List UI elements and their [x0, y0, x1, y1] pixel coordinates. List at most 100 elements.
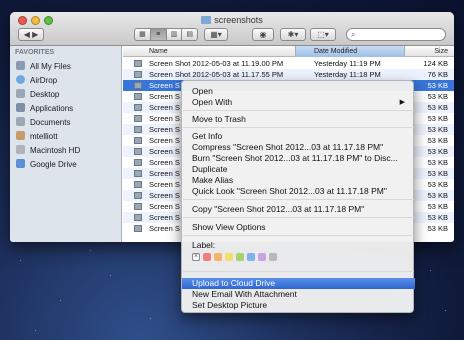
- column-name-header[interactable]: Name: [149, 46, 168, 57]
- label-gray[interactable]: [269, 253, 277, 261]
- file-name: Screen S: [149, 169, 180, 178]
- file-size: 53 KB: [427, 158, 448, 167]
- column-date-header[interactable]: Date Modified: [295, 46, 405, 57]
- menu-item-move-to-trash[interactable]: Move to Trash: [182, 114, 415, 125]
- image-file-icon: [134, 203, 142, 210]
- sidebar-header: FAVORITES: [15, 49, 55, 56]
- menu-item-duplicate[interactable]: Duplicate: [182, 164, 415, 175]
- table-row[interactable]: Screen Shot 2012-05-03 at 11.19.00 PM Yes…: [123, 58, 454, 69]
- label-yellow[interactable]: [225, 253, 233, 261]
- sidebar-item-documents[interactable]: Documents: [16, 116, 120, 129]
- menu-item-compress[interactable]: Compress "Screen Shot 2012...03 at 11.17…: [182, 142, 415, 153]
- image-file-icon: [134, 148, 142, 155]
- file-size: 53 KB: [427, 213, 448, 222]
- image-file-icon: [134, 192, 142, 199]
- file-size: 124 KB: [423, 59, 448, 68]
- sidebar: FAVORITES All My Files AirDrop Desktop A…: [10, 46, 122, 242]
- icon-view-button[interactable]: ▦: [135, 29, 151, 40]
- file-size: 53 KB: [427, 180, 448, 189]
- menu-item-label: Open With: [192, 97, 233, 107]
- file-size: 53 KB: [427, 147, 448, 156]
- file-size: 53 KB: [427, 125, 448, 134]
- list-header: Name Date Modified Size: [123, 46, 454, 57]
- menu-item-new-email[interactable]: New Email With Attachment: [182, 289, 415, 300]
- menu-item-open-with[interactable]: Open With ▶: [182, 97, 415, 108]
- back-forward-button[interactable]: ◀ ▶: [18, 28, 44, 41]
- label-red[interactable]: [203, 253, 211, 261]
- menu-item-quick-look[interactable]: Quick Look "Screen Shot 2012...03 at 11.…: [182, 186, 415, 197]
- menu-separator: [183, 271, 414, 272]
- label-green[interactable]: [236, 253, 244, 261]
- star: [150, 318, 151, 319]
- menu-item-set-desktop-picture[interactable]: Set Desktop Picture: [182, 300, 415, 311]
- image-file-icon: [134, 104, 142, 111]
- list-view-button[interactable]: ≡: [150, 29, 167, 40]
- sidebar-item-airdrop[interactable]: AirDrop: [16, 74, 120, 87]
- window-title-text: screenshots: [214, 15, 263, 25]
- arrange-button[interactable]: ▦▾: [204, 28, 228, 41]
- image-file-icon: [134, 137, 142, 144]
- search-icon: ⌕: [351, 30, 356, 39]
- column-view-button[interactable]: ▥: [167, 29, 183, 40]
- image-file-icon: [134, 225, 142, 232]
- action-gear-button[interactable]: ✱▾: [280, 28, 306, 41]
- dropbox-share-button[interactable]: ⬚▾: [310, 28, 336, 41]
- file-size: 53 KB: [427, 92, 448, 101]
- menu-separator: [183, 199, 414, 200]
- menu-item-get-info[interactable]: Get Info: [182, 131, 415, 142]
- star: [430, 270, 431, 271]
- file-date: Yesterday 11:18 PM: [314, 70, 381, 79]
- menu-item-copy[interactable]: Copy "Screen Shot 2012...03 at 11.17.18 …: [182, 204, 415, 215]
- image-file-icon: [134, 82, 142, 89]
- menu-item-make-alias[interactable]: Make Alias: [182, 175, 415, 186]
- file-name: Screen S: [149, 92, 180, 101]
- search-input[interactable]: ⌕: [346, 28, 446, 41]
- menu-item-show-view-options[interactable]: Show View Options: [182, 222, 415, 233]
- sidebar-item-all-my-files[interactable]: All My Files: [16, 60, 120, 73]
- column-size-header[interactable]: Size: [434, 46, 448, 57]
- quick-look-button[interactable]: ◉: [252, 28, 274, 41]
- menu-item-upload-to-cloud-drive[interactable]: Upload to Cloud Drive: [182, 278, 415, 289]
- sidebar-item-google-drive[interactable]: Google Drive: [16, 158, 120, 171]
- image-file-icon: [134, 214, 142, 221]
- label-color-picker: ×: [192, 253, 277, 262]
- file-name: Screen S: [149, 202, 180, 211]
- image-file-icon: [134, 170, 142, 177]
- sidebar-item-home[interactable]: mtelliott: [16, 130, 120, 143]
- file-size: 53 KB: [427, 136, 448, 145]
- image-file-icon: [134, 93, 142, 100]
- image-file-icon: [134, 115, 142, 122]
- menu-label-header: Label:: [192, 240, 216, 250]
- file-name: Screen S: [149, 224, 180, 233]
- file-size: 53 KB: [427, 114, 448, 123]
- sidebar-item-macintosh-hd[interactable]: Macintosh HD: [16, 144, 120, 157]
- file-name: Screen S: [149, 147, 180, 156]
- menu-separator: [183, 235, 414, 236]
- menu-item-burn[interactable]: Burn "Screen Shot 2012...03 at 11.17.18 …: [182, 153, 415, 164]
- sidebar-item-desktop[interactable]: Desktop: [16, 88, 120, 101]
- applications-icon: [16, 103, 25, 112]
- label-orange[interactable]: [214, 253, 222, 261]
- sidebar-item-label: Google Drive: [30, 160, 77, 169]
- home-icon: [16, 131, 25, 140]
- sidebar-item-label: AirDrop: [30, 76, 58, 85]
- coverflow-view-button[interactable]: ▤: [182, 29, 197, 40]
- sidebar-item-applications[interactable]: Applications: [16, 102, 120, 115]
- star: [60, 300, 61, 301]
- label-blue[interactable]: [247, 253, 255, 261]
- submenu-arrow-icon: ▶: [399, 99, 405, 106]
- file-name: Screen S: [149, 125, 180, 134]
- file-name: Screen S: [149, 191, 180, 200]
- label-purple[interactable]: [258, 253, 266, 261]
- table-row[interactable]: Screen Shot 2012-05-03 at 11.17.55 PM Yes…: [123, 69, 454, 80]
- file-size: 53 KB: [427, 169, 448, 178]
- all-files-icon: [16, 61, 25, 70]
- star: [110, 275, 111, 276]
- label-none-icon[interactable]: ×: [192, 253, 200, 261]
- menu-item-open[interactable]: Open: [182, 86, 415, 97]
- view-mode-group: ▦ ≡ ▥ ▤: [134, 28, 198, 41]
- file-size: 53 KB: [427, 202, 448, 211]
- file-name: Screen S: [149, 81, 180, 90]
- file-name: Screen S: [149, 136, 180, 145]
- image-file-icon: [134, 71, 142, 78]
